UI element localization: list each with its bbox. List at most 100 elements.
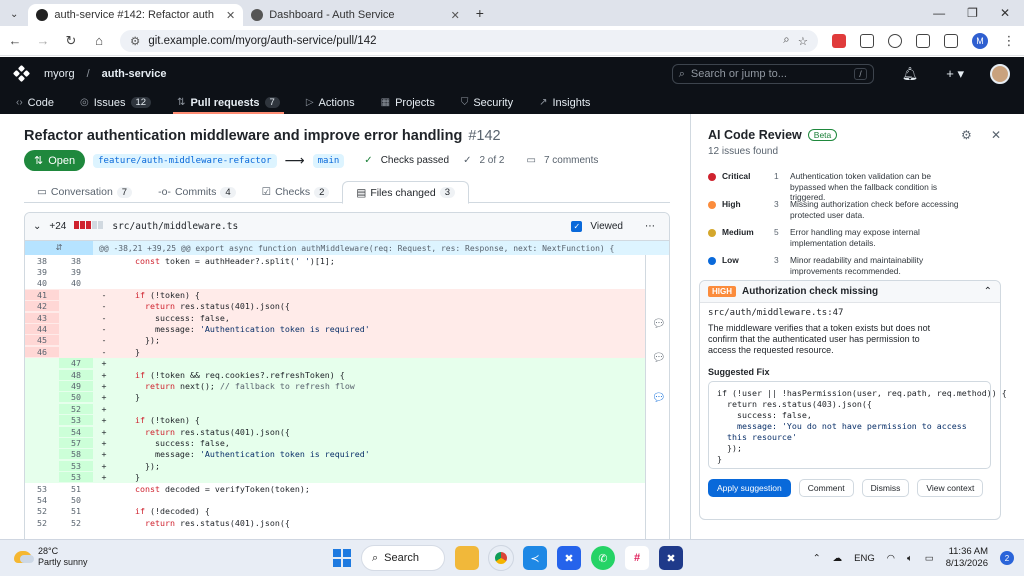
extension-puzzle-icon[interactable] (916, 33, 930, 48)
old-line-number[interactable]: 53 (25, 484, 59, 494)
dismiss-button[interactable]: Dismiss (861, 479, 910, 497)
nav-projects[interactable]: ▦ Projects (379, 91, 437, 114)
new-line-number[interactable]: 53 (59, 460, 93, 471)
diff-line[interactable]: 52 52 return res.status(401).json({ (25, 517, 645, 528)
notification-bell-icon[interactable]: 🔔︎ (902, 66, 919, 82)
comment-bubble-active-icon[interactable]: 💬︎ (652, 391, 666, 404)
nav-security[interactable]: ⛉ Security (459, 91, 515, 114)
expand-icon[interactable]: ⇵ (25, 241, 93, 255)
url-input[interactable]: ⚙ git.example.com/myorg/auth-service/pul… (120, 29, 818, 52)
window-close-icon[interactable]: ✕ (1000, 6, 1010, 20)
new-line-number[interactable]: 47 (59, 358, 93, 369)
view-context-button[interactable]: View context (917, 479, 984, 497)
app-icon-blue[interactable]: ✖ (557, 546, 581, 570)
issue-card-header[interactable]: HIGH Authorization check missing ⌃ (700, 281, 1000, 303)
browser-tab[interactable]: Dashboard - Auth Service ✕ (243, 4, 468, 26)
new-line-number[interactable]: 53 (59, 415, 93, 426)
start-windows-icon[interactable] (333, 549, 351, 567)
repo-link[interactable]: auth-service (102, 68, 167, 80)
diff-line-deleted[interactable]: 46 - } (25, 346, 645, 358)
old-line-number[interactable]: 42 (25, 301, 59, 312)
new-line-number[interactable]: 40 (59, 278, 93, 288)
comment-bubble-icon[interactable]: 💬︎ (652, 317, 666, 330)
new-line-number[interactable]: 53 (59, 472, 93, 483)
nav-actions[interactable]: ▷ Actions (304, 91, 357, 114)
volume-icon[interactable]: 🔈︎ (907, 553, 913, 564)
restore-icon[interactable]: ❐ (967, 6, 978, 20)
org-link[interactable]: myorg (44, 68, 75, 80)
old-line-number[interactable]: 39 (25, 267, 59, 277)
wifi-icon[interactable]: ◠ (887, 553, 895, 564)
checks-count[interactable]: 2 of 2 (479, 155, 504, 166)
diff-line[interactable]: 54 50 (25, 494, 645, 505)
tray-chevron-icon[interactable]: ⌃ (813, 553, 821, 564)
old-line-number[interactable]: 38 (25, 256, 59, 266)
new-line-number[interactable]: 38 (59, 256, 93, 266)
chrome-icon[interactable] (488, 545, 514, 571)
new-line-number[interactable]: 49 (59, 380, 93, 391)
new-line-number[interactable]: 50 (59, 392, 93, 403)
settings-gear-icon[interactable]: ⚙ (961, 128, 972, 142)
diff-line[interactable]: 53 51 const decoded = verifyToken(token); (25, 483, 645, 494)
new-line-number[interactable]: 50 (59, 495, 93, 505)
new-line-number[interactable]: 58 (59, 449, 93, 460)
old-line-number[interactable]: 44 (25, 324, 59, 335)
diff-line-deleted[interactable]: 41 - if (!token) { (25, 289, 645, 301)
battery-icon[interactable]: ▭ (925, 553, 934, 564)
diff-line-deleted[interactable]: 44 - message: 'Authentication token is re… (25, 323, 645, 335)
browser-menu-icon[interactable]: ⋮ (1002, 33, 1016, 49)
new-line-number[interactable]: 51 (59, 484, 93, 494)
home-icon[interactable]: ⌂ (92, 33, 106, 48)
file-path[interactable]: src/auth/middleware.ts (112, 221, 238, 232)
slack-icon[interactable]: # (625, 546, 649, 570)
severity-low[interactable]: Low 3 Minor readability and maintainabil… (708, 255, 1008, 276)
diff-line-added[interactable]: 53 + if (!token) { (25, 414, 645, 426)
diff-line[interactable]: 52 51 if (!decoded) { (25, 506, 645, 517)
vscode-icon[interactable]: ≺ (523, 546, 547, 570)
severity-high[interactable]: High 3 Missing authorization check befor… (708, 199, 1008, 220)
nav-pull-requests[interactable]: ⇅ Pull requests 7 (173, 91, 284, 114)
diff-line-deleted[interactable]: 45 - }); (25, 334, 645, 347)
back-icon[interactable]: ← (8, 33, 22, 48)
base-branch[interactable]: main (312, 153, 345, 168)
site-info-icon[interactable]: ⚙ (130, 34, 140, 48)
new-line-number[interactable]: 48 (59, 369, 93, 380)
apply-suggestion-button[interactable]: Apply suggestion (708, 479, 791, 497)
bookmark-star-icon[interactable]: ☆ (798, 34, 808, 48)
comment-button[interactable]: Comment (798, 479, 854, 497)
nav-issues[interactable]: ◎ Issues 12 (78, 91, 153, 114)
clock[interactable]: 11:36 AM 8/13/2026 (946, 546, 988, 570)
create-new-icon[interactable]: + ▾ (946, 66, 964, 82)
zoom-icon[interactable]: ⌕ (783, 34, 789, 47)
new-line-number[interactable]: 52 (59, 518, 93, 528)
extension-toggle-icon[interactable] (888, 33, 902, 48)
viewed-checkbox[interactable]: ✓ (571, 221, 583, 232)
old-line-number[interactable]: 45 (25, 335, 59, 346)
new-line-number[interactable]: 39 (59, 267, 93, 277)
diff-line-deleted[interactable]: 42 - return res.status(401).json({ (25, 300, 645, 312)
tab-list-icon[interactable]: ⌄ (0, 9, 28, 26)
diff-line-added[interactable]: 57 + success: false, (25, 437, 645, 449)
new-tab-icon[interactable]: + (468, 5, 492, 26)
notification-count[interactable]: 2 (1000, 551, 1014, 565)
diff-line-added[interactable]: 53 + }); (25, 460, 645, 472)
new-line-number[interactable]: 51 (59, 506, 93, 516)
profile-avatar[interactable]: M (972, 32, 988, 49)
diff-line-added[interactable]: 49 + return next(); // fallback to refres… (25, 380, 645, 392)
diff-line[interactable]: 39 39 (25, 266, 645, 277)
user-avatar[interactable] (990, 64, 1010, 84)
old-line-number[interactable]: 41 (25, 289, 59, 300)
comment-bubble-icon[interactable]: 💬︎ (652, 351, 666, 364)
head-branch[interactable]: feature/auth-middleware-refactor (93, 153, 277, 168)
diff-line-added[interactable]: 53 + } (25, 471, 645, 483)
diff-line-deleted[interactable]: 43 - success: false, (25, 311, 645, 324)
weather-widget[interactable]: 28°C Partly sunny (14, 546, 88, 568)
close-tab-icon[interactable]: ✕ (451, 9, 460, 22)
old-line-number[interactable]: 52 (25, 506, 59, 516)
minimize-icon[interactable]: — (933, 6, 945, 20)
tab-conversation[interactable]: ▭ Conversation 7 (24, 181, 145, 203)
diff-line-added[interactable]: 54 + return res.status(401).json({ (25, 425, 645, 438)
diff-line-added[interactable]: 52 + (25, 403, 645, 415)
close-tab-icon[interactable]: ✕ (226, 9, 235, 22)
severity-medium[interactable]: Medium 5 Error handling may expose inter… (708, 227, 1008, 248)
